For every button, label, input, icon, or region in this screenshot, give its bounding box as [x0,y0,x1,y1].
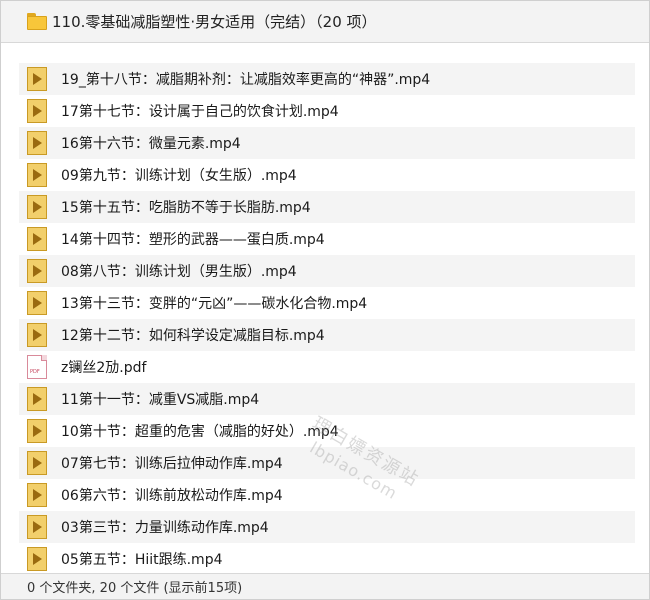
video-file-icon [27,163,47,187]
video-file-icon [27,195,47,219]
file-name: 11第十一节：减重VS减脂.mp4 [61,392,260,408]
file-row[interactable]: 03第三节：力量训练动作库.mp4 [19,511,635,543]
video-file-icon [27,515,47,539]
file-name: 12第十二节：如何科学设定减脂目标.mp4 [61,328,325,344]
file-row[interactable]: 06第六节：训练前放松动作库.mp4 [19,479,635,511]
file-row[interactable]: 19_第十八节：减脂期补剂：让减脂效率更高的“神器”.mp4 [19,63,635,95]
file-row[interactable]: 17第十七节：设计属于自己的饮食计划.mp4 [19,95,635,127]
video-file-icon [27,323,47,347]
file-row[interactable]: 11第十一节：减重VS减脂.mp4 [19,383,635,415]
file-name: 05第五节：Hiit跟练.mp4 [61,552,223,568]
file-row[interactable]: 07第七节：训练后拉伸动作库.mp4 [19,447,635,479]
file-row[interactable]: PDF z镧丝2劢.pdf [19,351,635,383]
file-row[interactable]: 09第九节：训练计划（女生版）.mp4 [19,159,635,191]
file-row[interactable]: 13第十三节：变胖的“元凶”——碳水化合物.mp4 [19,287,635,319]
video-file-icon [27,131,47,155]
file-name: 06第六节：训练前放松动作库.mp4 [61,488,283,504]
file-row[interactable]: 05第五节：Hiit跟练.mp4 [19,543,635,573]
folder-icon [27,13,47,30]
video-file-icon [27,259,47,283]
file-browser-window: 110.零基础减脂塑性·男女适用（完结）（20 项） 19_第十八节：减脂期补剂… [0,0,650,600]
video-file-icon [27,419,47,443]
file-list: 19_第十八节：减脂期补剂：让减脂效率更高的“神器”.mp4 17第十七节：设计属… [19,63,635,573]
video-file-icon [27,99,47,123]
file-name: 09第九节：训练计划（女生版）.mp4 [61,168,297,184]
file-name: 19_第十八节：减脂期补剂：让减脂效率更高的“神器”.mp4 [61,72,431,88]
status-text: 0 个文件夹, 20 个文件 (显示前15项) [27,581,243,596]
file-row[interactable]: 08第八节：训练计划（男生版）.mp4 [19,255,635,287]
title-bar: 110.零基础减脂塑性·男女适用（完结）（20 项） [1,1,649,43]
video-file-icon [27,451,47,475]
file-name: 03第三节：力量训练动作库.mp4 [61,520,269,536]
pdf-file-icon: PDF [27,355,47,379]
folder-title: 110.零基础减脂塑性·男女适用（完结）（20 项） [52,13,377,31]
file-name: 10第十节：超重的危害（减脂的好处）.mp4 [61,424,339,440]
file-row[interactable]: 15第十五节：吃脂肪不等于长脂肪.mp4 [19,191,635,223]
video-file-icon [27,67,47,91]
file-row[interactable]: 10第十节：超重的危害（减脂的好处）.mp4 [19,415,635,447]
video-file-icon [27,227,47,251]
file-name: 17第十七节：设计属于自己的饮食计划.mp4 [61,104,339,120]
video-file-icon [27,547,47,571]
video-file-icon [27,291,47,315]
file-name: 07第七节：训练后拉伸动作库.mp4 [61,456,283,472]
file-name: 14第十四节：塑形的武器——蛋白质.mp4 [61,232,325,248]
file-name: 13第十三节：变胖的“元凶”——碳水化合物.mp4 [61,296,368,312]
file-name: 15第十五节：吃脂肪不等于长脂肪.mp4 [61,200,311,216]
video-file-icon [27,387,47,411]
file-row[interactable]: 12第十二节：如何科学设定减脂目标.mp4 [19,319,635,351]
file-row[interactable]: 14第十四节：塑形的武器——蛋白质.mp4 [19,223,635,255]
file-name: 16第十六节：微量元素.mp4 [61,136,241,152]
file-name: 08第八节：训练计划（男生版）.mp4 [61,264,297,280]
video-file-icon [27,483,47,507]
file-row[interactable]: 16第十六节：微量元素.mp4 [19,127,635,159]
file-name: z镧丝2劢.pdf [61,360,147,376]
status-bar: 0 个文件夹, 20 个文件 (显示前15项) [1,573,649,599]
